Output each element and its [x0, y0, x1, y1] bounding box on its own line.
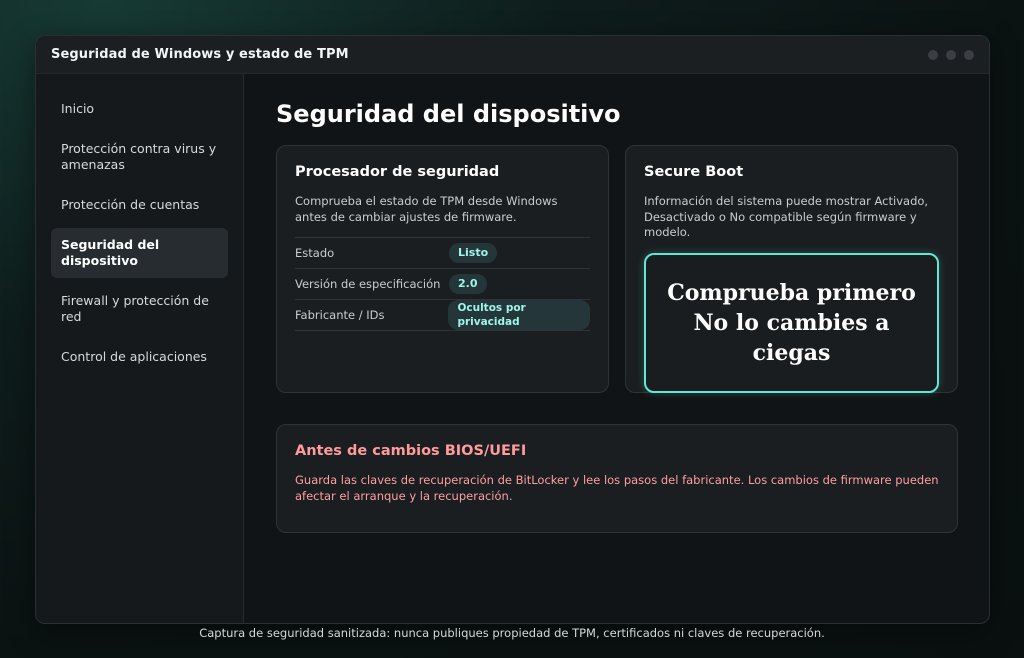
app-window: Seguridad de Windows y estado de TPM Ini… [35, 35, 990, 624]
tpm-row-status: Estado Listo [295, 238, 590, 269]
sidebar-item-inicio[interactable]: Inicio [51, 92, 228, 126]
security-processor-card: Procesador de seguridad Comprueba el est… [276, 145, 609, 393]
card-title: Secure Boot [644, 164, 744, 180]
tpm-row-version: Versión de especificación 2.0 [295, 269, 590, 300]
card-description: Guarda las claves de recuperación de Bit… [295, 473, 939, 503]
window-control-dot[interactable] [928, 49, 938, 60]
sidebar-item-account-protection[interactable]: Protección de cuentas [51, 188, 228, 222]
card-title: Procesador de seguridad [295, 164, 500, 180]
main-content: Seguridad del dispositivo Procesador de … [245, 74, 989, 623]
sidebar: Inicio Protección contra virus y amenaza… [36, 74, 244, 623]
window-title: Seguridad de Windows y estado de TPM [51, 47, 349, 62]
sidebar-item-device-security[interactable]: Seguridad del dispositivo [51, 228, 228, 278]
card-description: Comprueba el estado de TPM desde Windows… [295, 194, 558, 224]
tpm-info-list: Estado Listo Versión de especificación 2… [295, 237, 590, 331]
bios-warning-card: Antes de cambios BIOS/UEFI Guarda las cl… [276, 424, 958, 533]
sidebar-item-firewall[interactable]: Firewall y protección de red [51, 284, 228, 334]
secure-boot-card: Secure Boot Información del sistema pued… [625, 145, 958, 393]
version-badge: 2.0 [449, 274, 487, 294]
window-control-dot[interactable] [964, 49, 974, 60]
row-label: Versión de especificación [295, 277, 441, 291]
sidebar-item-virus-protection[interactable]: Protección contra virus y amenazas [51, 132, 228, 182]
row-label: Estado [295, 246, 335, 260]
callout-text: Comprueba primero No lo cambies a ciegas [667, 279, 916, 366]
footer-note: Captura de seguridad sanitizada: nunca p… [199, 626, 825, 640]
window-controls [928, 49, 974, 60]
page-title: Seguridad del dispositivo [276, 100, 621, 128]
card-title: Antes de cambios BIOS/UEFI [295, 443, 527, 459]
warning-callout: Comprueba primero No lo cambies a ciegas [644, 252, 939, 393]
row-label: Fabricante / IDs [295, 308, 385, 322]
card-description: Información del sistema puede mostrar Ac… [644, 194, 929, 239]
privacy-badge: Ocultos por privacidad [448, 300, 590, 330]
title-bar: Seguridad de Windows y estado de TPM [36, 36, 989, 74]
status-badge: Listo [449, 243, 498, 263]
sidebar-item-app-control[interactable]: Control de aplicaciones [51, 340, 228, 374]
tpm-row-manufacturer: Fabricante / IDs Ocultos por privacidad [295, 300, 590, 331]
window-control-dot[interactable] [946, 49, 956, 60]
